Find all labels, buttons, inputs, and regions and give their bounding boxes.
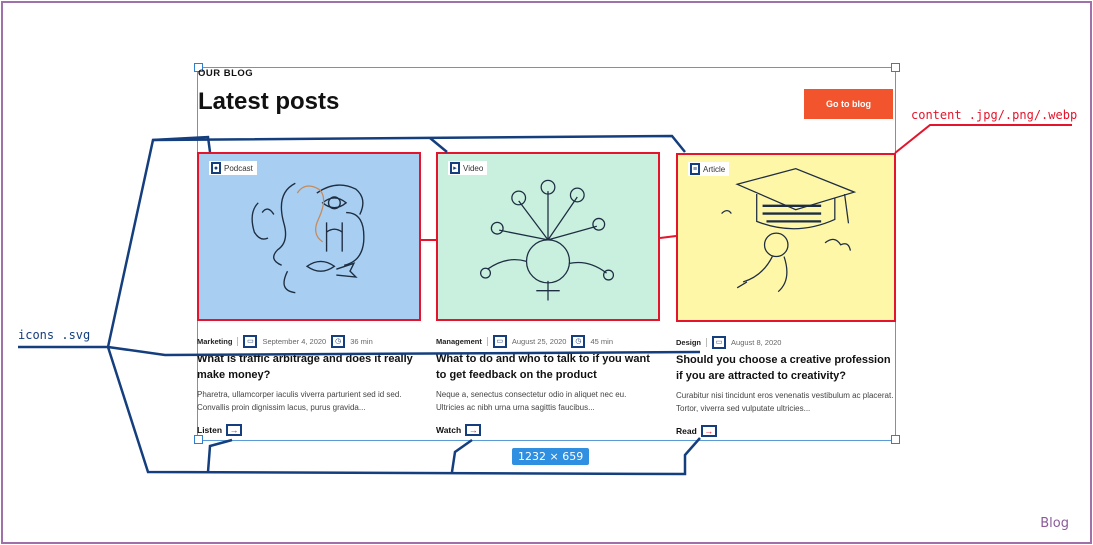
post-category[interactable]: Management [436, 337, 482, 346]
post-action-label: Listen [197, 425, 223, 435]
post-title[interactable]: What is traffic arbitrage and does it re… [197, 351, 417, 383]
calendar-icon: ▭ [712, 335, 727, 349]
post-excerpt: Curabitur nisi tincidunt eros venenatis … [676, 391, 894, 413]
post-type-tag: ● Podcast [209, 161, 257, 175]
section-eyebrow: OUR BLOG [198, 68, 254, 79]
post-thumbnail[interactable]: ● Podcast [197, 152, 421, 321]
post-type-tag: ▸ Video [448, 161, 488, 175]
post-date: August 8, 2020 [731, 337, 782, 347]
content-annotation: content .jpg/.png/.webp [911, 108, 1078, 122]
post-action-link[interactable]: Watch → [436, 424, 660, 436]
post-duration: 45 min [590, 336, 613, 346]
post-action-label: Read [676, 426, 697, 436]
size-badge: 1232 × 659 [512, 448, 590, 465]
post-meta: Design ▭ August 8, 2020 [676, 335, 900, 349]
play-circle-icon: ▸ [450, 162, 460, 174]
post-card[interactable]: ≡ Article Design ▭ August 8, 2020 Should… [676, 153, 900, 437]
post-action-link[interactable]: Listen → [197, 424, 421, 436]
post-action-link[interactable]: Read → [676, 425, 900, 437]
post-duration: 36 min [350, 336, 373, 346]
post-date: September 4, 2020 [262, 336, 327, 346]
post-type-tag: ≡ Article [688, 162, 730, 176]
meta-divider [486, 336, 488, 346]
arrow-right-icon: → [700, 425, 717, 437]
post-meta: Management ▭ August 25, 2020 ◷ 45 min [436, 334, 660, 348]
face-line-art [251, 182, 365, 294]
post-excerpt: Pharetra, ullamcorper iaculis viverra pa… [197, 390, 402, 412]
post-meta: Marketing ▭ September 4, 2020 ◷ 36 min [197, 334, 421, 348]
post-thumbnail[interactable]: ≡ Article [676, 153, 896, 322]
post-card[interactable]: ● Podcast Marketing ▭ September 4, 2020 … [197, 152, 421, 436]
document-icon: ≡ [690, 163, 700, 175]
clock-icon: ◷ [331, 334, 346, 348]
resize-handle-bl[interactable] [194, 435, 203, 444]
post-card[interactable]: ▸ Video Management ▭ August 25, 2020 ◷ 4… [436, 152, 660, 436]
arrow-right-icon: → [226, 424, 243, 436]
calendar-icon: ▭ [243, 334, 258, 348]
post-type-label: Podcast [224, 163, 253, 173]
graduate-cap-line-art [721, 168, 857, 293]
go-to-blog-button[interactable]: Go to blog [804, 89, 893, 119]
post-date: August 25, 2020 [511, 336, 567, 346]
microphone-icon: ● [211, 162, 221, 174]
post-title[interactable]: What to do and who to talk to if you wan… [436, 351, 656, 383]
post-thumbnail[interactable]: ▸ Video [436, 152, 660, 321]
clock-icon: ◷ [571, 334, 586, 348]
icons-annotation: icons .svg [18, 328, 91, 342]
lightbulbs-line-art [479, 179, 615, 301]
resize-handle-tr[interactable] [891, 63, 900, 72]
frame-label: Blog [1040, 516, 1069, 531]
post-excerpt: Neque a, senectus consectetur odio in al… [436, 390, 627, 412]
post-category[interactable]: Design [676, 338, 701, 347]
post-type-label: Article [703, 164, 726, 174]
arrow-right-icon: → [465, 424, 482, 436]
post-category[interactable]: Marketing [197, 337, 232, 346]
page-title: Latest posts [198, 88, 340, 115]
meta-divider [237, 336, 239, 346]
calendar-icon: ▭ [492, 334, 507, 348]
post-type-label: Video [463, 163, 484, 173]
post-action-label: Watch [436, 425, 462, 435]
post-title[interactable]: Should you choose a creative profession … [676, 352, 896, 384]
meta-divider [706, 337, 708, 347]
